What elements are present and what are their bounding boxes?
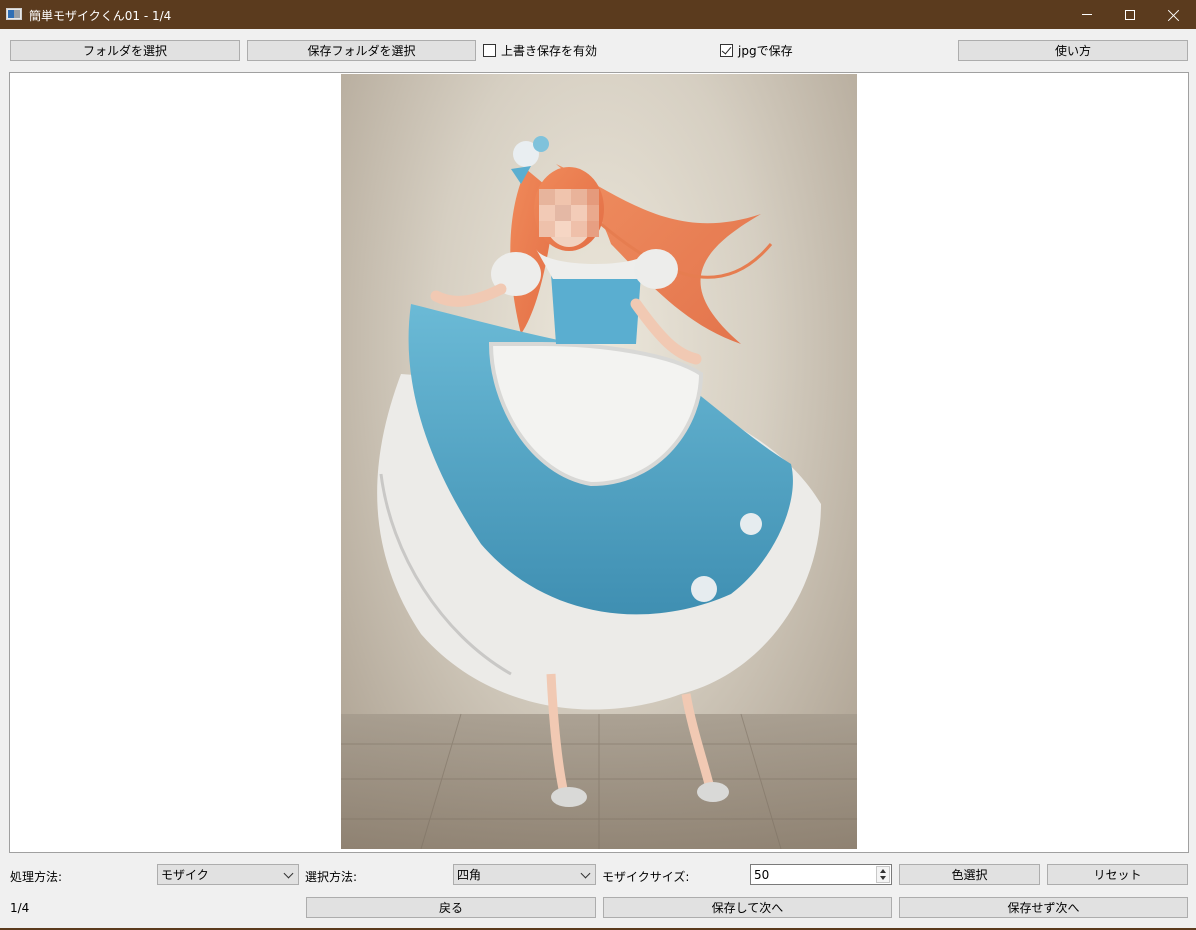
jpg-checkbox-label: jpgで保存	[738, 44, 793, 58]
select-save-folder-button[interactable]: 保存フォルダを選択	[247, 40, 476, 61]
help-button[interactable]: 使い方	[958, 40, 1188, 61]
maximize-icon	[1125, 9, 1135, 20]
jpg-checkbox[interactable]: jpgで保存	[720, 42, 793, 59]
arrow-down-icon[interactable]	[880, 876, 886, 880]
close-button[interactable]	[1151, 0, 1196, 29]
overwrite-checkbox[interactable]: 上書き保存を有効	[483, 42, 597, 59]
overwrite-checkbox-box[interactable]	[483, 44, 496, 57]
mosaic-size-label: モザイクサイズ:	[602, 870, 690, 884]
image-canvas[interactable]	[9, 72, 1189, 853]
minimize-button[interactable]	[1064, 0, 1110, 29]
select-folder-button[interactable]: フォルダを選択	[10, 40, 240, 61]
reset-button[interactable]: リセット	[1047, 864, 1188, 885]
page-counter: 1/4	[10, 901, 30, 915]
preview-image[interactable]	[341, 74, 857, 849]
process-method-value: モザイク	[161, 868, 209, 882]
select-method-select[interactable]: 四角	[453, 864, 596, 885]
chevron-down-icon	[283, 868, 294, 879]
jpg-checkbox-box[interactable]	[720, 44, 733, 57]
back-button[interactable]: 戻る	[306, 897, 596, 918]
illustration-image	[341, 136, 857, 849]
process-method-label: 処理方法:	[10, 870, 63, 884]
arrow-up-icon[interactable]	[880, 869, 886, 873]
chevron-down-icon	[580, 868, 591, 879]
select-method-value: 四角	[457, 868, 482, 882]
app-icon	[6, 8, 22, 20]
save-next-button[interactable]: 保存して次へ	[603, 897, 892, 918]
mosaic-size-value: 50	[754, 867, 770, 882]
process-method-select[interactable]: モザイク	[157, 864, 299, 885]
mosaic-size-input[interactable]: 50	[750, 864, 892, 885]
color-select-button[interactable]: 色選択	[899, 864, 1040, 885]
select-method-label: 選択方法:	[305, 870, 358, 884]
minimize-icon	[1082, 14, 1092, 15]
window-title: 簡単モザイクくん01 - 1/4	[29, 9, 172, 23]
overwrite-checkbox-label: 上書き保存を有効	[501, 44, 598, 58]
close-icon	[1168, 9, 1180, 21]
title-bar: 簡単モザイクくん01 - 1/4	[0, 0, 1196, 29]
spin-arrows[interactable]	[876, 866, 890, 883]
maximize-button[interactable]	[1107, 0, 1153, 29]
skip-next-button[interactable]: 保存せず次へ	[899, 897, 1188, 918]
